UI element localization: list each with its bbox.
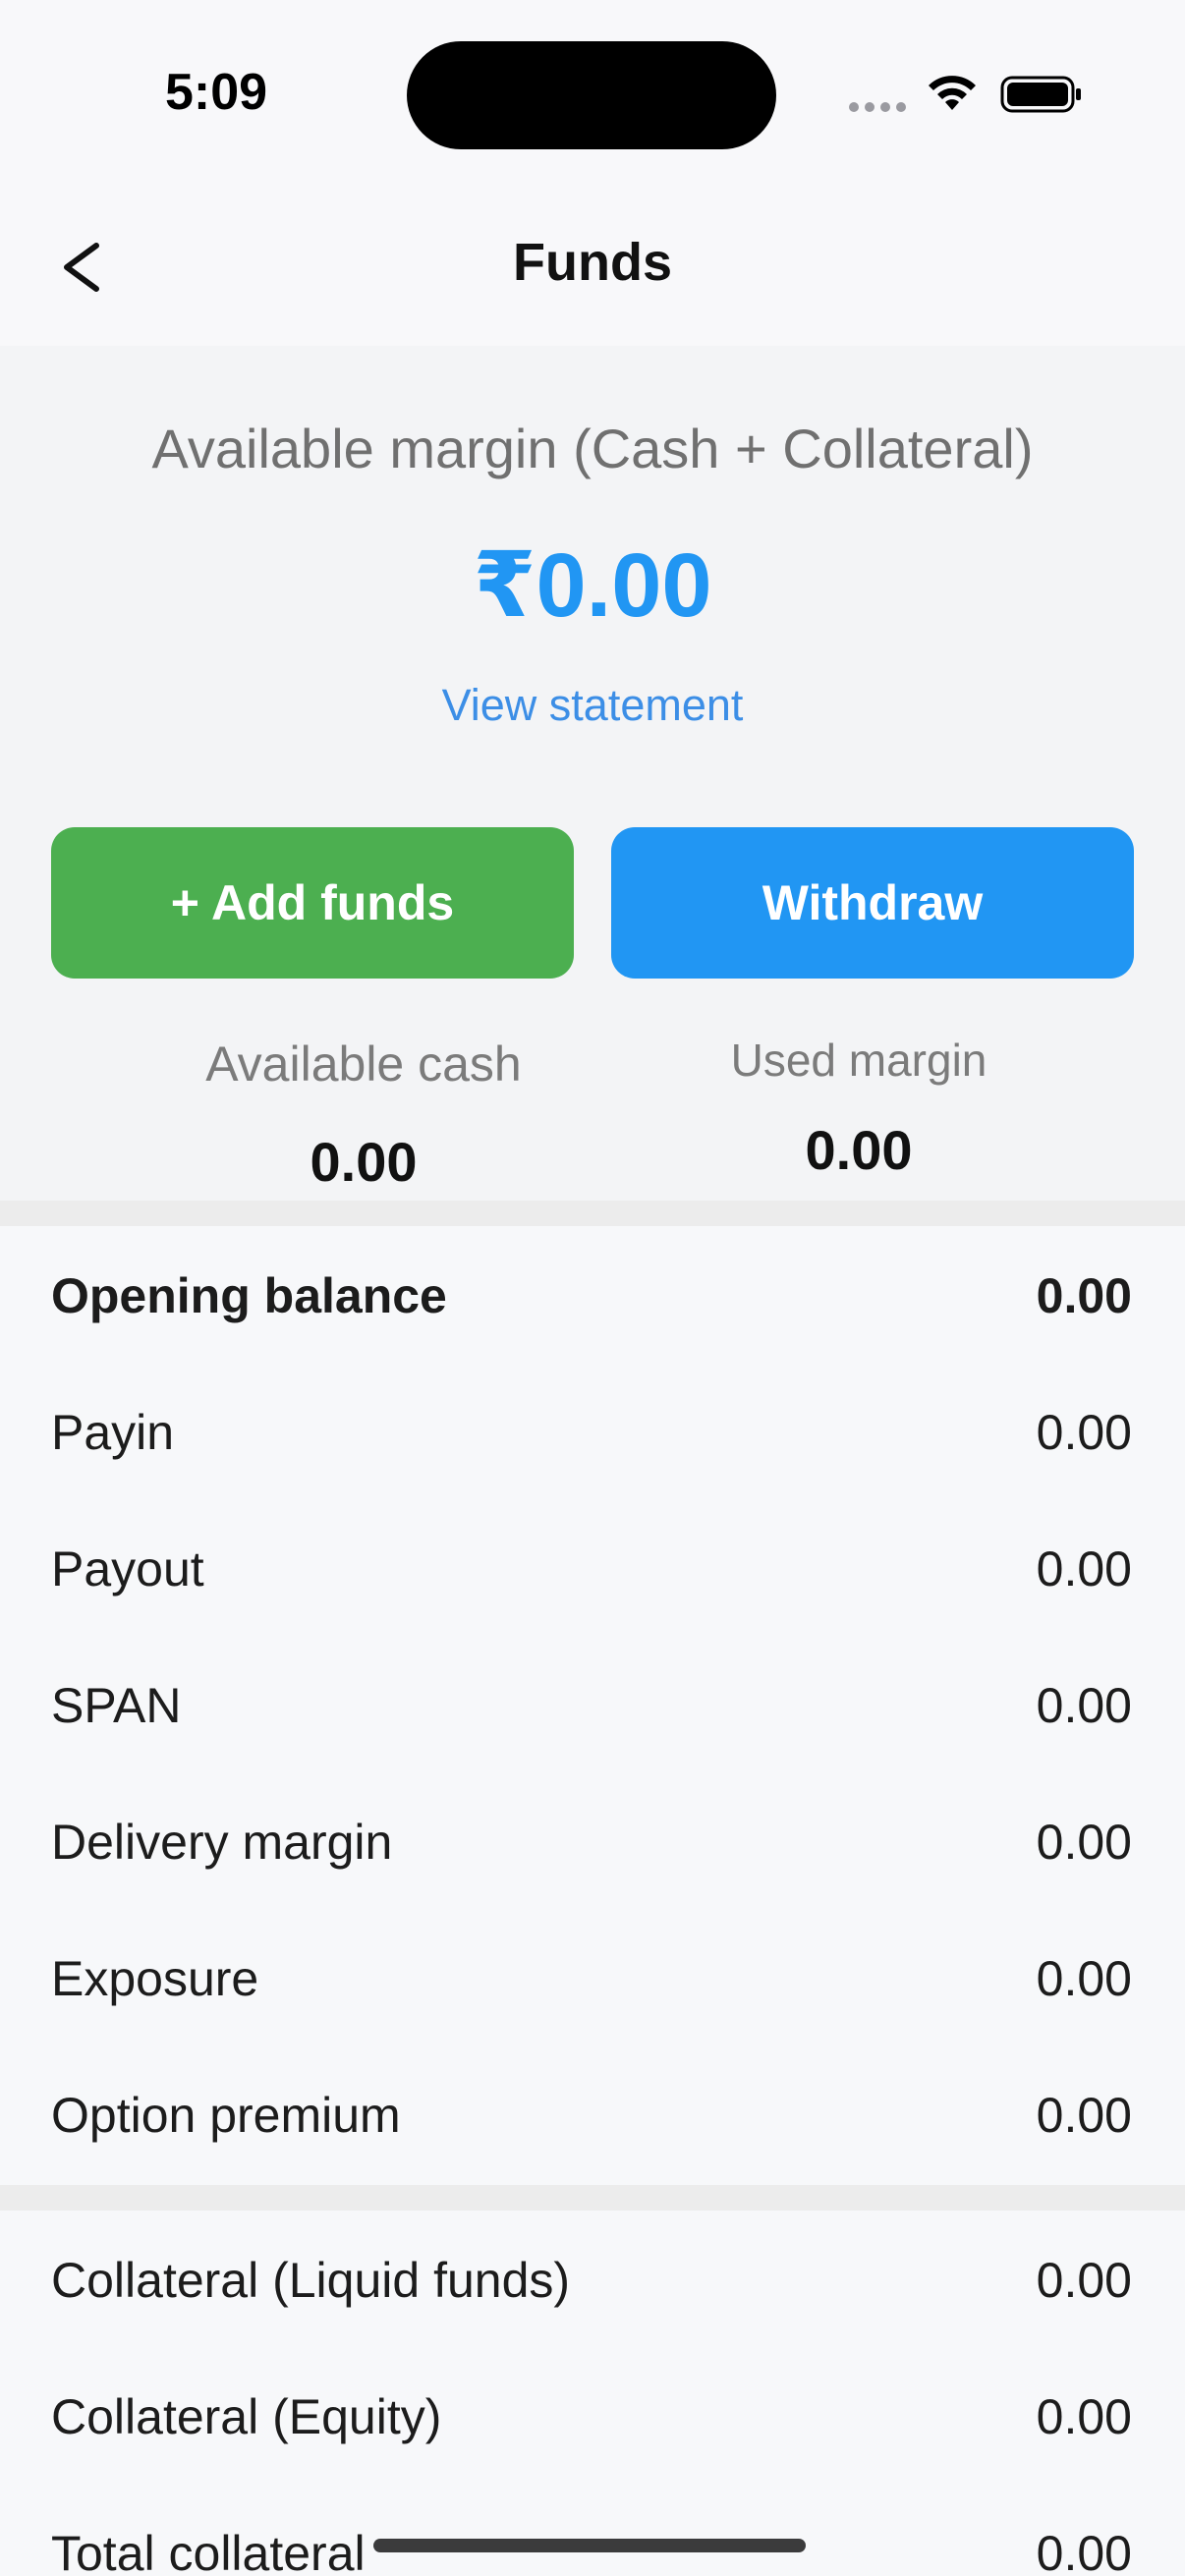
row-label: Payout xyxy=(51,1541,204,1596)
list-item-option-premium: Option premium 0.00 xyxy=(0,2045,1185,2183)
row-label: Opening balance xyxy=(51,1268,447,1323)
list-item-total-collateral: Total collateral 0.00 xyxy=(0,2484,1185,2576)
used-margin-label: Used margin xyxy=(730,1035,988,1086)
section-divider xyxy=(0,1201,1185,1226)
row-value: 0.00 xyxy=(1036,2389,1132,2444)
available-cash-label: Available cash xyxy=(205,1036,522,1092)
available-margin-value: ₹0.00 xyxy=(473,535,712,636)
available-cash-value: 0.00 xyxy=(310,1131,418,1193)
list-item-opening-balance: Opening balance 0.00 xyxy=(0,1226,1185,1364)
row-value: 0.00 xyxy=(1036,1678,1132,1733)
collateral-list: Collateral (Liquid funds) 0.00 Collatera… xyxy=(0,2211,1185,2576)
page-title: Funds xyxy=(513,233,672,292)
add-funds-button[interactable]: + Add funds xyxy=(51,827,574,979)
cellular-signal-icon xyxy=(849,98,908,112)
list-item-collateral-equity: Collateral (Equity) 0.00 xyxy=(0,2347,1185,2485)
row-value: 0.00 xyxy=(1036,2253,1132,2308)
margin-summary: Available margin (Cash + Collateral) ₹0.… xyxy=(0,346,1185,1201)
row-label: Delivery margin xyxy=(51,1815,393,1870)
row-value: 0.00 xyxy=(1036,1405,1132,1460)
row-value: 0.00 xyxy=(1036,2526,1132,2576)
row-label: Payin xyxy=(51,1405,175,1460)
list-item-delivery-margin: Delivery margin 0.00 xyxy=(0,1772,1185,1910)
row-label: Exposure xyxy=(51,1951,259,2006)
battery-icon xyxy=(1000,76,1081,113)
view-statement-link[interactable]: View statement xyxy=(0,680,1185,731)
list-item-exposure: Exposure 0.00 xyxy=(0,1909,1185,2046)
dynamic-island xyxy=(407,41,776,149)
home-indicator[interactable] xyxy=(373,2539,806,2552)
margin-breakdown-list: Opening balance 0.00 Payin 0.00 Payout 0… xyxy=(0,1226,1185,2185)
row-value: 0.00 xyxy=(1036,1268,1132,1323)
row-label: SPAN xyxy=(51,1678,182,1733)
available-margin-label: Available margin (Cash + Collateral) xyxy=(151,418,1034,479)
section-divider xyxy=(0,2185,1185,2211)
list-item-payout: Payout 0.00 xyxy=(0,1499,1185,1637)
row-value: 0.00 xyxy=(1036,1541,1132,1596)
used-margin-value: 0.00 xyxy=(805,1119,913,1181)
row-value: 0.00 xyxy=(1036,1951,1132,2006)
list-item-payin: Payin 0.00 xyxy=(0,1363,1185,1500)
row-label: Collateral (Liquid funds) xyxy=(51,2253,571,2308)
row-label: Total collateral xyxy=(51,2526,366,2576)
status-bar: 5:09 xyxy=(0,0,1185,187)
row-value: 0.00 xyxy=(1036,1815,1132,1870)
list-item-collateral-liquid: Collateral (Liquid funds) 0.00 xyxy=(0,2211,1185,2348)
row-value: 0.00 xyxy=(1036,2088,1132,2143)
nav-header: Funds xyxy=(0,187,1185,346)
status-time: 5:09 xyxy=(165,64,268,121)
row-label: Option premium xyxy=(51,2088,401,2143)
row-label: Collateral (Equity) xyxy=(51,2389,442,2444)
wifi-icon xyxy=(929,76,976,110)
withdraw-button[interactable]: Withdraw xyxy=(611,827,1134,979)
list-item-span: SPAN 0.00 xyxy=(0,1636,1185,1773)
